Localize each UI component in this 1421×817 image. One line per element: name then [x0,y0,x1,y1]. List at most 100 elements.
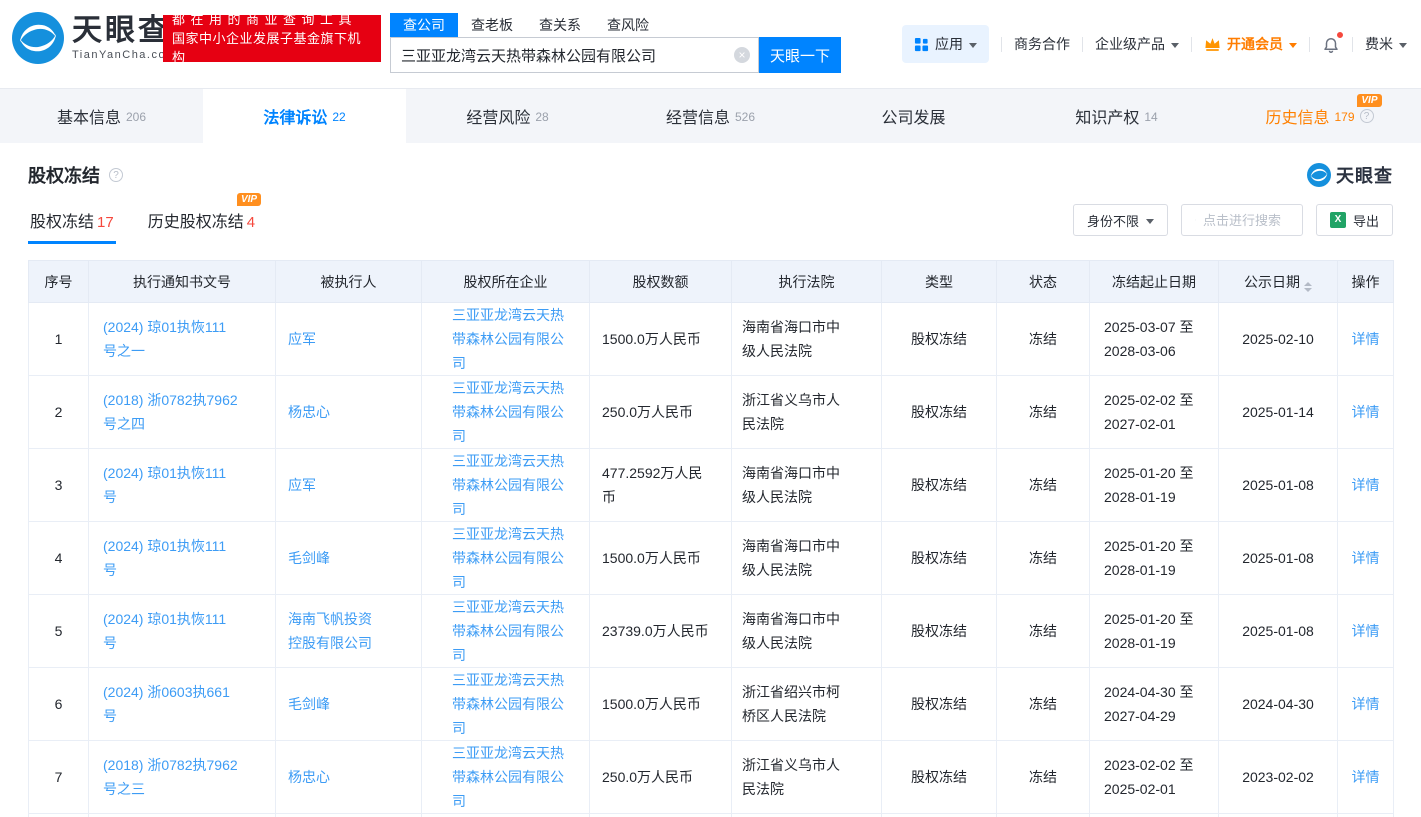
detail-link[interactable]: 详情 [1352,696,1380,712]
cell-status: 冻结 [997,376,1090,449]
nav-tab-法律诉讼[interactable]: 法律诉讼22 [203,89,406,143]
nav-tab-历史信息[interactable]: 历史信息179VIP? [1218,89,1421,143]
doc-link[interactable]: (2018) 浙0782执7962号之四 [103,392,238,432]
notifications-button[interactable] [1322,34,1340,54]
doc-link[interactable]: (2024) 浙0603执661号 [103,684,230,724]
table-row: 3(2024) 琼01执恢111号应军三亚亚龙湾云天热带森林公园有限公司477.… [29,449,1394,522]
doc-link[interactable]: (2018) 浙0782执7962号之三 [103,757,238,797]
table-search-input[interactable] [1203,213,1289,228]
table-row: 5(2024) 琼01执恢111号海南飞帆投资控股有限公司三亚亚龙湾云天热带森林… [29,595,1394,668]
cell-person: 应军 [276,449,422,522]
doc-link[interactable]: (2024) 琼01执恢111号之一 [103,319,226,359]
search-tab-查风险[interactable]: 查风险 [594,13,662,37]
chevron-down-icon [1171,43,1179,48]
person-link[interactable]: 应军 [288,477,316,493]
company-link[interactable]: 三亚亚龙湾云天热带森林公园有限公司 [452,745,564,809]
identity-filter-dropdown[interactable]: 身份不限 [1073,204,1168,236]
nav-tab-label: 经营信息 [666,104,730,128]
detail-link[interactable]: 详情 [1352,623,1380,639]
cell-doc: (2024) 浙0603执661号 [89,668,276,741]
cell-action: 详情 [1338,668,1394,741]
company-link[interactable]: 三亚亚龙湾云天热带森林公园有限公司 [452,672,564,736]
table-header-row: 序号执行通知书文号被执行人股权所在企业股权数额执行法院类型状态冻结起止日期公示日… [29,261,1394,303]
nav-tab-经营风险[interactable]: 经营风险28 [406,89,609,143]
doc-link[interactable]: (2024) 琼01执恢111号 [103,538,226,578]
tianyancha-logo[interactable]: 天眼查 TianYanCha.com [12,12,177,64]
cell-period: 2025-01-20 至 2028-01-19 [1090,449,1219,522]
apps-menu[interactable]: 应用 [902,25,989,63]
company-link[interactable]: 三亚亚龙湾云天热带森林公园有限公司 [452,307,564,371]
company-link[interactable]: 三亚亚龙湾云天热带森林公园有限公司 [452,380,564,444]
company-link[interactable]: 三亚亚龙湾云天热带森林公园有限公司 [452,453,564,517]
sub-tab-股权冻结[interactable]: 股权冻结17 [28,202,116,244]
identity-filter-label: 身份不限 [1087,211,1139,230]
help-icon[interactable]: ? [1360,109,1374,123]
business-coop-menu[interactable]: 商务合作 [1014,34,1070,54]
company-search-input[interactable] [390,37,759,73]
enterprise-product-menu[interactable]: 企业级产品 [1095,34,1179,54]
person-link[interactable]: 应军 [288,331,316,347]
cell-company: 三亚亚龙湾云天热带森林公园有限公司 [422,814,590,817]
clear-search-icon[interactable]: × [734,47,750,63]
doc-link[interactable]: (2024) 琼01执恢111号 [103,465,226,505]
search-button[interactable]: 天眼一下 [759,37,841,73]
cell-company: 三亚亚龙湾云天热带森林公园有限公司 [422,741,590,814]
help-icon[interactable]: ? [109,168,123,182]
cell-publish: 2022-04-24 [1219,814,1338,817]
equity-freeze-section: 股权冻结 ? 天眼查 股权冻结17历史股权冻结4VIP 身份不限 [0,162,1421,817]
sub-tab-历史股权冻结[interactable]: 历史股权冻结4VIP [146,202,257,244]
column-header-label: 类型 [925,274,953,290]
detail-link[interactable]: 详情 [1352,550,1380,566]
cell-period: 2025-01-20 至 2028-01-19 [1090,522,1219,595]
cell-person: 海南飞帆投资控股有限公司 [276,595,422,668]
doc-link[interactable]: (2024) 琼01执恢111号 [103,611,226,651]
nav-tab-经营信息[interactable]: 经营信息526 [609,89,812,143]
person-link[interactable]: 杨忠心 [288,769,330,785]
apps-grid-icon [914,37,929,52]
company-link[interactable]: 三亚亚龙湾云天热带森林公园有限公司 [452,526,564,590]
detail-link[interactable]: 详情 [1352,404,1380,420]
company-link[interactable]: 三亚亚龙湾云天热带森林公园有限公司 [452,599,564,663]
cell-person: 毛剑峰 [276,668,422,741]
cell-person: 毛剑峰 [276,522,422,595]
column-header-冻结起止日期: 冻结起止日期 [1090,261,1219,303]
cell-court: 海南省海口市中级人民法院 [732,595,882,668]
detail-link[interactable]: 详情 [1352,477,1380,493]
nav-tab-公司发展[interactable]: 公司发展 [812,89,1015,143]
cell-doc: (2024) 琼01执恢111号 [89,595,276,668]
cell-status: 冻结 [997,449,1090,522]
detail-link[interactable]: 详情 [1352,331,1380,347]
column-header-label: 序号 [45,274,73,290]
cell-person: 杨忠心 [276,741,422,814]
sort-icon[interactable] [1304,282,1312,292]
search-tab-查关系[interactable]: 查关系 [526,13,594,37]
search-tab-查公司[interactable]: 查公司 [390,13,458,37]
cell-type: 股权冻结 [882,814,997,817]
table-row: 1(2024) 琼01执恢111号之一应军三亚亚龙湾云天热带森林公园有限公司15… [29,303,1394,376]
cell-company: 三亚亚龙湾云天热带森林公园有限公司 [422,303,590,376]
excel-icon: X [1330,212,1346,228]
search-tab-查老板[interactable]: 查老板 [458,13,526,37]
user-menu[interactable]: 费米 [1365,34,1407,54]
person-link[interactable]: 毛剑峰 [288,550,330,566]
person-link[interactable]: 海南飞帆投资控股有限公司 [288,611,372,651]
sub-tab-label: 股权冻结 [30,214,94,231]
nav-tab-基本信息[interactable]: 基本信息206 [0,89,203,143]
column-header-label: 股权所在企业 [464,274,548,290]
cell-period: 2025-03-07 至 2028-03-06 [1090,303,1219,376]
chevron-down-icon [969,43,977,48]
divider [1309,37,1310,52]
nav-tab-知识产权[interactable]: 知识产权14 [1015,89,1218,143]
nav-tab-content: 历史信息179VIP? [1265,104,1373,128]
column-header-状态: 状态 [997,261,1090,303]
export-button[interactable]: X 导出 [1316,204,1393,236]
sort-up-arrow [1304,282,1312,286]
detail-link[interactable]: 详情 [1352,769,1380,785]
cell-person: 应军 [276,814,422,817]
cell-court: 浙江省义乌市人民法院 [732,376,882,449]
cell-publish: 2025-01-08 [1219,595,1338,668]
table-search-box[interactable] [1181,204,1303,236]
person-link[interactable]: 杨忠心 [288,404,330,420]
vip-upgrade-menu[interactable]: 开通会员 [1204,34,1297,54]
person-link[interactable]: 毛剑峰 [288,696,330,712]
